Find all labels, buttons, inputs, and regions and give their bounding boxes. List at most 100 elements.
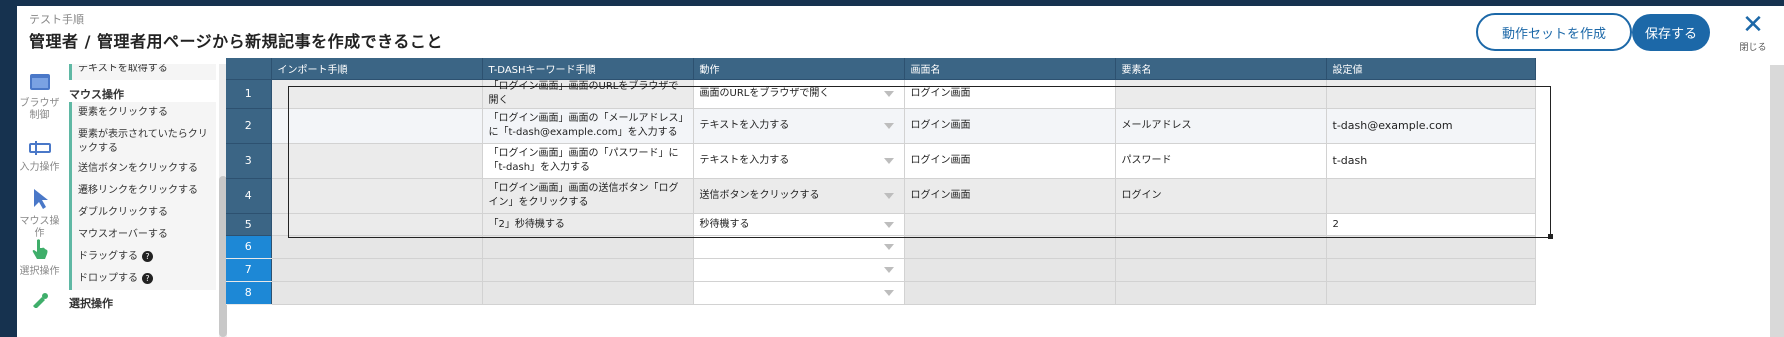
cell-keyword[interactable]: 「ログイン画面」画面の「メールアドレス」に「t-dash@example.com…: [482, 108, 694, 144]
cell-action-select[interactable]: テキストを入力する: [693, 108, 905, 144]
cell-keyword[interactable]: [482, 235, 694, 259]
cell-import[interactable]: [271, 178, 483, 214]
cell-keyword[interactable]: [482, 281, 694, 305]
palette-item-drag[interactable]: ドラッグする?: [69, 246, 216, 268]
cell-import[interactable]: [271, 281, 483, 305]
column-header-element: 要素名: [1115, 58, 1327, 80]
rail-tools[interactable]: [17, 292, 62, 314]
window-scrollbar[interactable]: [1770, 65, 1784, 337]
cell-screen[interactable]: ログイン画面: [904, 108, 1116, 144]
table-row: 5 「2」秒待機する 秒待機する 2: [226, 213, 1536, 236]
cell-value[interactable]: t-dash@example.com: [1326, 108, 1536, 144]
cell-action-value: テキストを入力する: [699, 120, 790, 131]
save-button[interactable]: 保存する: [1632, 14, 1710, 51]
cell-element[interactable]: ログイン: [1115, 178, 1327, 214]
rail-select[interactable]: 選択操作: [17, 238, 62, 278]
cell-screen[interactable]: [904, 258, 1116, 282]
close-button[interactable]: ✕ 閉じる: [1730, 12, 1776, 60]
row-number[interactable]: 1: [226, 79, 272, 109]
close-icon: ✕: [1742, 10, 1764, 40]
cell-element[interactable]: [1115, 281, 1327, 305]
category-rail: ブラウザ 制御 入力操作 マウス操作 選択操作: [17, 64, 62, 337]
row-number[interactable]: 8: [226, 281, 272, 305]
cell-action-select[interactable]: テキストを入力する: [693, 143, 905, 179]
chevron-down-icon: [883, 123, 894, 129]
table-row: 7: [226, 258, 1536, 282]
cell-action-select[interactable]: [693, 281, 905, 305]
cell-element[interactable]: [1115, 213, 1327, 236]
cell-keyword[interactable]: [482, 258, 694, 282]
cell-element[interactable]: [1115, 258, 1327, 282]
cell-value[interactable]: [1326, 79, 1536, 109]
cell-import[interactable]: [271, 143, 483, 179]
cell-value[interactable]: 2: [1326, 213, 1536, 236]
help-icon[interactable]: ?: [142, 250, 153, 262]
row-number[interactable]: 6: [226, 235, 272, 259]
cell-action-select[interactable]: [693, 258, 905, 282]
rail-label-mouse: マウス操作: [19, 216, 60, 239]
column-header-keyword: T-DASHキーワード手順: [482, 58, 694, 80]
palette-item-click-link[interactable]: 遷移リンクをクリックする: [69, 180, 216, 202]
row-number[interactable]: 2: [226, 108, 272, 144]
selection-fill-handle[interactable]: [1548, 234, 1553, 239]
cell-action-select[interactable]: 秒待機する: [693, 213, 905, 236]
palette-item-click-submit[interactable]: 送信ボタンをクリックする: [69, 158, 216, 180]
cell-screen[interactable]: ログイン画面: [904, 143, 1116, 179]
cell-keyword[interactable]: 「ログイン画面」画面のURLをブラウザで開く: [482, 79, 694, 109]
palette-item-get-text[interactable]: テキストを取得する: [69, 64, 216, 80]
cell-value[interactable]: [1326, 178, 1536, 214]
row-number[interactable]: 4: [226, 178, 272, 214]
cell-value[interactable]: [1326, 281, 1536, 305]
table-row: 2 「ログイン画面」画面の「メールアドレス」に「t-dash@example.c…: [226, 108, 1536, 144]
cell-screen[interactable]: ログイン画面: [904, 178, 1116, 214]
cell-screen[interactable]: [904, 213, 1116, 236]
palette-heading-select: 選択操作: [69, 297, 113, 310]
cell-element[interactable]: [1115, 235, 1327, 259]
cell-import[interactable]: [271, 258, 483, 282]
palette-item-drop[interactable]: ドロップする?: [69, 268, 216, 290]
cell-import[interactable]: [271, 79, 483, 109]
cell-screen[interactable]: ログイン画面: [904, 79, 1116, 109]
palette-item-drag-label: ドラッグする: [78, 251, 138, 262]
column-header-value: 設定値: [1326, 58, 1536, 80]
cell-keyword[interactable]: 「ログイン画面」画面の「パスワード」に「t-dash」を入力する: [482, 143, 694, 179]
cell-element[interactable]: メールアドレス: [1115, 108, 1327, 144]
row-number[interactable]: 7: [226, 258, 272, 282]
browser-window-icon: [29, 74, 50, 90]
cell-value[interactable]: [1326, 235, 1536, 259]
close-label: 閉じる: [1739, 43, 1767, 53]
rail-browser-control[interactable]: ブラウザ 制御: [17, 72, 62, 122]
cell-screen[interactable]: [904, 235, 1116, 259]
table-row: 6: [226, 235, 1536, 259]
cell-action-value: 送信ボタンをクリックする: [699, 190, 820, 201]
chevron-down-icon: [883, 267, 894, 273]
cell-value[interactable]: t-dash: [1326, 143, 1536, 179]
chevron-down-icon: [883, 221, 894, 228]
cell-import[interactable]: [271, 235, 483, 259]
cell-screen[interactable]: [904, 281, 1116, 305]
palette-item-click-element[interactable]: 要素をクリックする: [69, 102, 216, 124]
rail-mouse[interactable]: マウス操作: [17, 188, 62, 240]
cell-import[interactable]: [271, 213, 483, 236]
palette-item-click-if-visible[interactable]: 要素が表示されていたらクリックする: [69, 124, 216, 158]
action-palette: テキストを取得する マウス操作 要素をクリックする 要素が表示されていたらクリッ…: [66, 64, 238, 337]
palette-item-double-click[interactable]: ダブルクリックする: [69, 202, 216, 224]
cell-action-select[interactable]: 画面のURLをブラウザで開く: [693, 79, 905, 109]
breadcrumb: テスト手順: [29, 13, 84, 26]
cell-keyword[interactable]: 「2」秒待機する: [482, 213, 694, 236]
row-number[interactable]: 5: [226, 213, 272, 236]
cell-import[interactable]: [271, 108, 483, 144]
help-icon[interactable]: ?: [142, 272, 153, 284]
cell-value[interactable]: [1326, 258, 1536, 282]
cell-element[interactable]: [1115, 79, 1327, 109]
cell-action-select[interactable]: 送信ボタンをクリックする: [693, 178, 905, 214]
corner-header: [226, 58, 272, 80]
create-action-set-button[interactable]: 動作セットを作成: [1476, 13, 1632, 51]
cell-keyword[interactable]: 「ログイン画面」画面の送信ボタン「ログイン」をクリックする: [482, 178, 694, 214]
row-number[interactable]: 3: [226, 143, 272, 179]
rail-input[interactable]: 入力操作: [17, 140, 62, 174]
cell-element[interactable]: パスワード: [1115, 143, 1327, 179]
cell-action-select[interactable]: [693, 235, 905, 259]
mouse-pointer-icon: [33, 189, 48, 209]
palette-item-mouse-over[interactable]: マウスオーバーする: [69, 224, 216, 246]
